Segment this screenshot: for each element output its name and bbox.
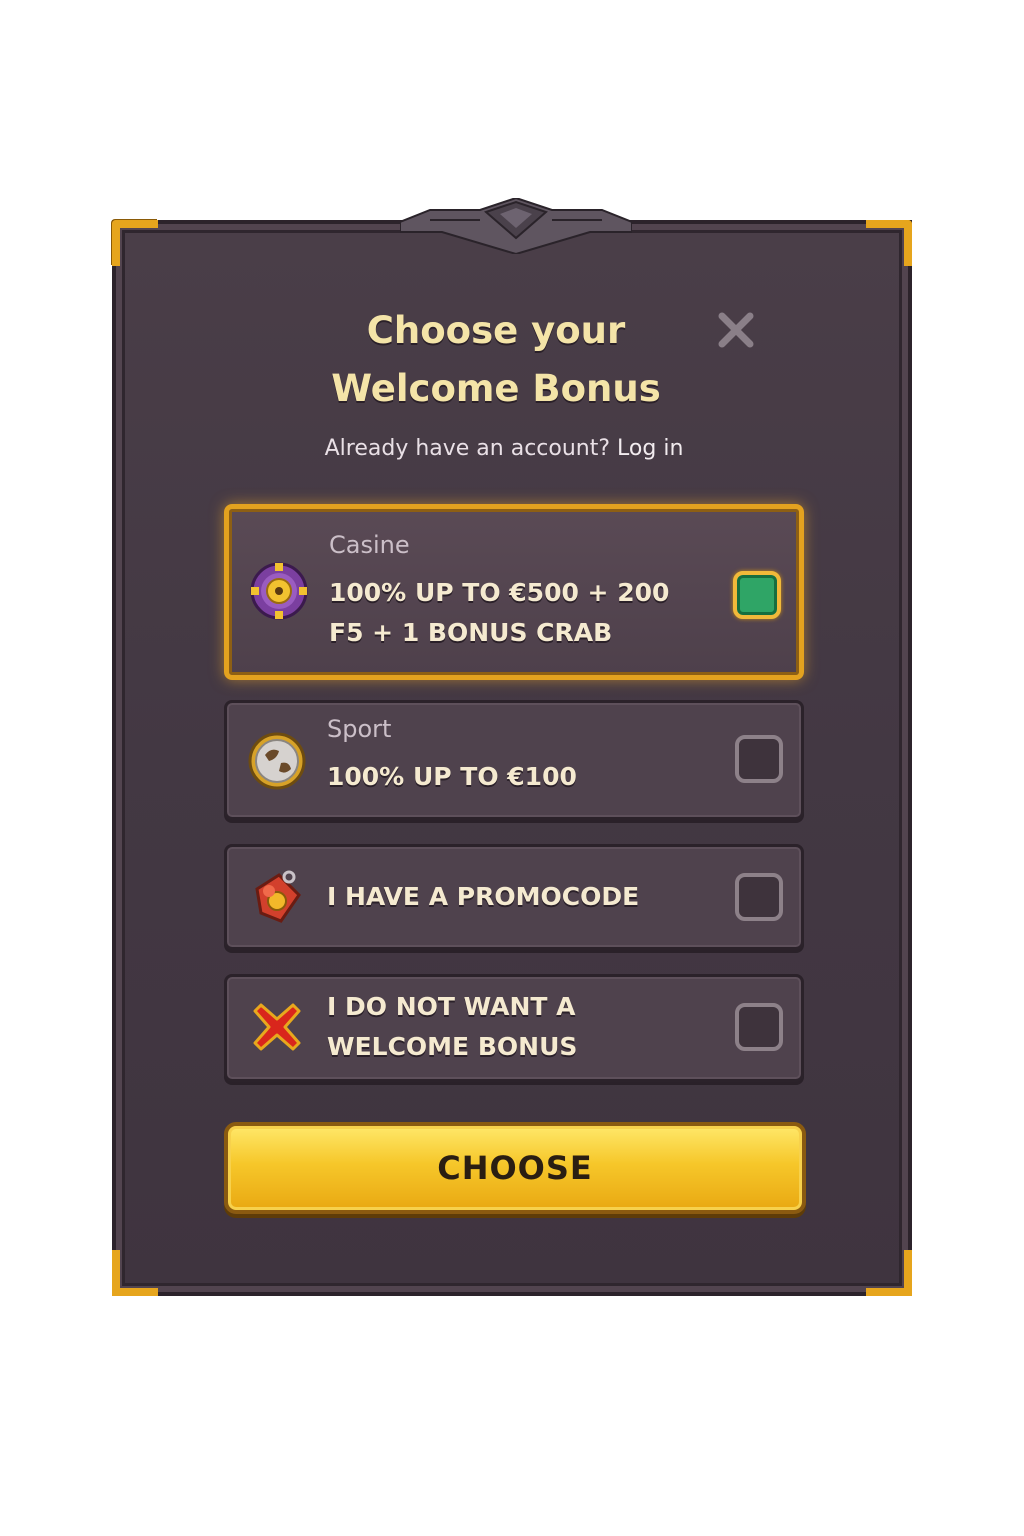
choose-button[interactable]: CHOOSE bbox=[224, 1122, 806, 1214]
option-text: I DO NOT WANT A WELCOME BONUS bbox=[327, 992, 578, 1061]
option-promocode[interactable]: I HAVE A PROMOCODE bbox=[224, 844, 804, 950]
ball-icon bbox=[248, 732, 306, 790]
option-casino[interactable]: Casine 100% UP TO €500 + 200 F5 + 1 BONU… bbox=[224, 504, 804, 680]
option-text: I HAVE A PROMOCODE bbox=[327, 882, 640, 911]
corner-ornament bbox=[866, 1250, 912, 1296]
red-x-icon bbox=[253, 1003, 301, 1051]
modal-title: Choose your Welcome Bonus bbox=[331, 309, 661, 410]
casino-chip-icon bbox=[250, 562, 308, 620]
option-no-bonus[interactable]: I DO NOT WANT A WELCOME BONUS bbox=[224, 974, 804, 1082]
option-sport[interactable]: Sport 100% UP TO €100 bbox=[224, 700, 804, 820]
corner-ornament bbox=[112, 1250, 158, 1296]
login-link[interactable]: Log in bbox=[617, 436, 683, 461]
login-prompt: Already have an account? Log in bbox=[116, 436, 892, 461]
close-button[interactable] bbox=[714, 308, 758, 352]
crest-ornament-icon bbox=[400, 198, 632, 254]
option-checkbox[interactable] bbox=[733, 571, 781, 619]
close-icon bbox=[718, 312, 754, 348]
login-prompt-text: Already have an account? bbox=[324, 436, 611, 461]
option-category: Sport bbox=[327, 715, 392, 743]
option-checkbox[interactable] bbox=[735, 1003, 783, 1051]
option-text: 100% UP TO €500 + 200 F5 + 1 BONUS CRAB bbox=[329, 578, 670, 647]
option-checkbox[interactable] bbox=[735, 873, 783, 921]
promo-tag-icon bbox=[255, 870, 301, 923]
welcome-bonus-modal: Choose your Welcome Bonus Already have a… bbox=[112, 198, 912, 1296]
corner-ornament bbox=[112, 220, 158, 266]
choose-button-label: CHOOSE bbox=[437, 1149, 593, 1187]
option-text: 100% UP TO €100 bbox=[327, 762, 577, 791]
option-checkbox[interactable] bbox=[735, 735, 783, 783]
option-category: Casine bbox=[329, 531, 410, 559]
corner-ornament bbox=[866, 220, 912, 266]
